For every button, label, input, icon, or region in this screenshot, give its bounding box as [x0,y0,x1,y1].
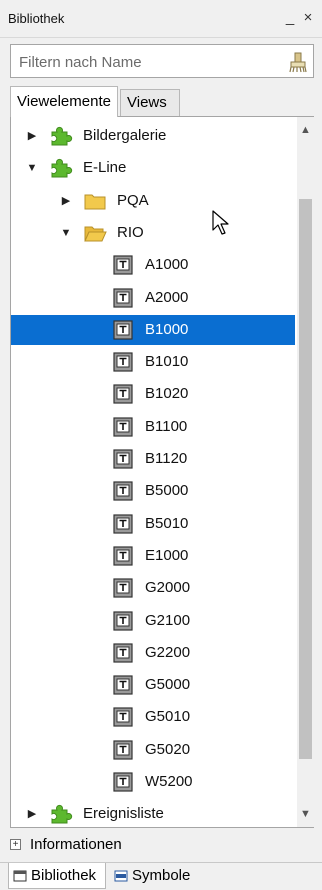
text-element-icon [111,318,135,342]
tree-row-label: PQA [117,191,149,209]
tree-row[interactable]: B1100 [11,412,295,442]
filter-input[interactable] [19,52,259,72]
tab-views[interactable]: Views [120,89,180,116]
tree-row[interactable]: G2100 [11,606,295,636]
tree-row[interactable]: A1000 [11,250,295,280]
tree-row[interactable]: G2000 [11,573,295,603]
tab-bibliothek[interactable]: Bibliothek [8,863,106,889]
tree-row-label: E1000 [145,546,189,564]
puzzle-icon [49,124,73,148]
expanded-arrow-icon[interactable]: ▼ [25,153,39,183]
tree-row-label: B1010 [145,353,189,371]
text-element-icon [111,382,135,406]
tree-row-label: B1020 [145,385,189,403]
puzzle-icon [49,156,73,180]
expand-plus-icon[interactable]: + [10,839,21,850]
tree-row-label: E-Line [83,159,127,177]
text-element-icon [111,738,135,762]
folder-icon [83,189,107,213]
text-element-icon [111,544,135,568]
text-element-icon [111,479,135,503]
tree-row-label: W5200 [145,773,193,790]
tree-row[interactable]: G5010 [11,702,295,732]
scroll-up-button[interactable]: ▲ [297,119,314,141]
library-icon [13,870,27,882]
tree-row-label: G2000 [145,579,191,597]
text-element-icon [111,253,135,277]
tree-row[interactable]: E1000 [11,541,295,571]
tree-row-label: B1100 [145,417,188,435]
scroll-thumb[interactable] [299,199,312,759]
symbols-icon [114,870,128,882]
tree-row[interactable]: ▶ PQA [11,186,295,216]
text-element-icon [111,286,135,310]
tree-row-label: B1120 [145,450,188,467]
tree-row-label: G5000 [145,676,191,694]
library-panel: Bibliothek _ × Viewelemente Views ▶ Bilde… [0,0,322,890]
tree-row[interactable]: ▶ Ereignisliste [11,799,295,825]
text-element-icon [111,447,135,471]
tree-row-label: G2100 [145,611,191,629]
tree-row-label: B1000 [145,320,189,338]
tree-row[interactable]: B1020 [11,379,295,409]
text-element-icon [111,415,135,439]
text-element-icon [111,609,135,633]
tree-row[interactable]: B1000 [11,314,295,345]
tab-symbole[interactable]: Symbole [110,863,200,889]
tree-row-label: A2000 [145,288,189,306]
tree-panel: ▶ Bildergalerie ▼ E-Line ▶ PQA ▼ RIO A1000 A2000 B… [10,116,314,828]
text-element-icon [111,770,135,794]
tab-viewelemente[interactable]: Viewelemente [10,86,118,117]
tree-row-label: B5000 [145,482,189,500]
tree-row[interactable]: B1120 [11,444,295,474]
element-tree: ▶ Bildergalerie ▼ E-Line ▶ PQA ▼ RIO A1000 A2000 B… [11,121,295,825]
tree-row[interactable]: G2200 [11,638,295,668]
collapsed-arrow-icon[interactable]: ▶ [25,799,39,825]
tree-row[interactable]: G5020 [11,735,295,765]
informationen-label: Informationen [30,836,122,853]
tree-row[interactable]: B1010 [11,347,295,377]
minimize-button[interactable]: _ [282,9,298,27]
tree-row[interactable]: B5010 [11,509,295,539]
scroll-down-button[interactable]: ▼ [297,803,314,825]
tab-bibliothek-label: Bibliothek [31,867,97,884]
panel-title: Bibliothek [8,11,65,26]
tree-row[interactable]: B5000 [11,476,295,506]
tree-row[interactable]: ▼ E-Line [11,153,295,183]
mouse-cursor-icon [212,210,229,235]
folder-open-icon [83,221,107,245]
tree-row-label: G5020 [145,740,191,758]
tree-row-label: Bildergalerie [83,127,167,144]
clear-filter-icon[interactable] [287,51,309,73]
tab-symbole-label: Symbole [132,867,191,884]
tree-row-label: A1000 [145,256,189,274]
tree-row[interactable]: ▼ RIO [11,218,295,248]
tree-row-label: G2200 [145,643,191,661]
close-button[interactable]: × [300,9,316,27]
tree-row[interactable]: W5200 [11,767,295,797]
tree-row-label: RIO [117,223,144,241]
text-element-icon [111,705,135,729]
collapsed-arrow-icon[interactable]: ▶ [25,121,39,151]
tree-row[interactable]: A2000 [11,283,295,313]
tree-row[interactable]: ▶ Bildergalerie [11,121,295,151]
tree-row-label: G5010 [145,708,191,726]
expanded-arrow-icon[interactable]: ▼ [59,218,73,248]
text-element-icon [111,350,135,374]
puzzle-icon [49,802,73,825]
filter-field[interactable] [10,44,314,78]
panel-titlebar: Bibliothek _ × [0,0,322,38]
tree-row-label: B5010 [145,514,189,532]
text-element-icon [111,512,135,536]
bottom-tab-bar: Bibliothek Symbole [0,862,322,890]
text-element-icon [111,576,135,600]
collapsed-arrow-icon[interactable]: ▶ [59,186,73,216]
text-element-icon [111,641,135,665]
text-element-icon [111,673,135,697]
tree-row[interactable]: G5000 [11,670,295,700]
tree-row-label: Ereignisliste [83,805,164,823]
vertical-scrollbar[interactable]: ▲ ▼ [297,117,314,827]
